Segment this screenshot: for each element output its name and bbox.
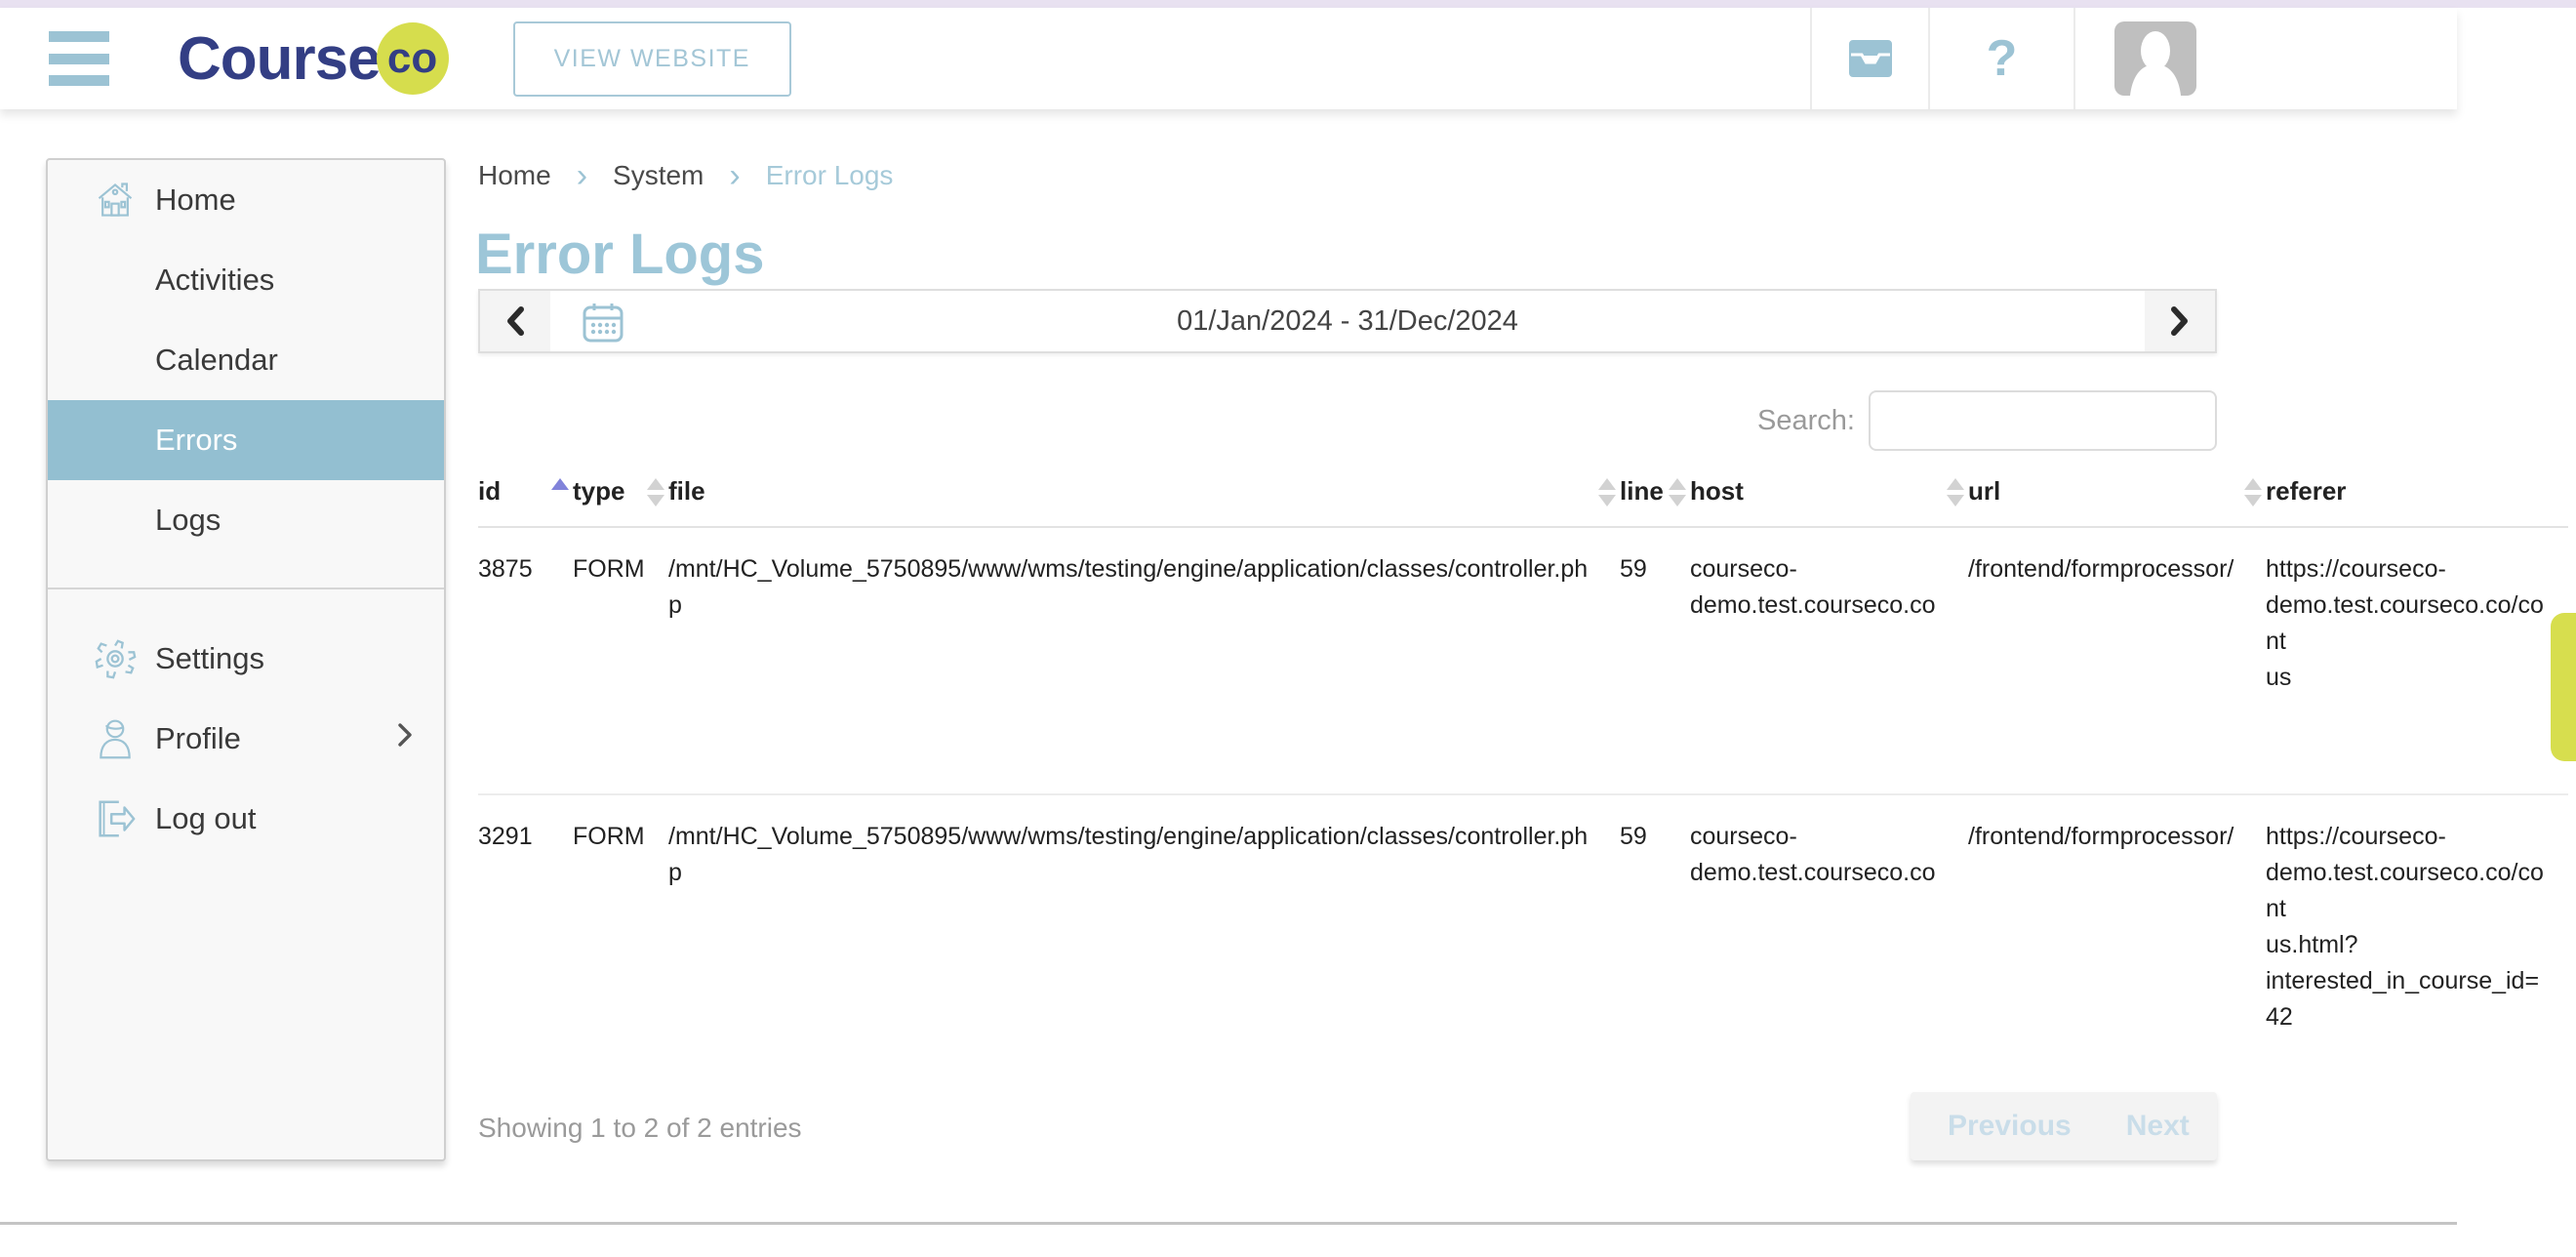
sidebar-item-label: Log out: [155, 801, 256, 836]
date-next-button[interactable]: [2145, 289, 2217, 353]
breadcrumb-separator-icon: ›: [577, 162, 587, 189]
pagination: Previous Next: [1911, 1092, 2217, 1160]
date-prev-button[interactable]: [478, 289, 550, 353]
person-silhouette-icon: [2114, 21, 2196, 96]
column-header-id[interactable]: id: [478, 476, 573, 527]
home-icon: [93, 178, 138, 223]
sidebar-item-label: Calendar: [155, 343, 278, 378]
table-row: 3291 FORM /mnt/HC_Volume_5750895/www/wms…: [478, 794, 2568, 1087]
sidebar-item-label: Errors: [155, 423, 237, 458]
column-header-url[interactable]: url: [1968, 476, 2266, 527]
logo[interactable]: Course co: [178, 22, 449, 95]
previous-button[interactable]: Previous: [1948, 1110, 2072, 1143]
column-header-type[interactable]: type: [573, 476, 668, 527]
search-input[interactable]: [1869, 390, 2217, 451]
sidebar-item-settings[interactable]: Settings: [48, 619, 444, 699]
help-button[interactable]: ?: [1928, 8, 2073, 109]
cell-line: 59: [1620, 794, 1690, 1087]
sidebar-item-profile[interactable]: Profile: [48, 699, 444, 779]
user-menu[interactable]: [2073, 8, 2457, 109]
breadcrumb-current: Error Logs: [766, 160, 894, 191]
column-header-file[interactable]: file: [668, 476, 1620, 527]
breadcrumb-home[interactable]: Home: [478, 160, 551, 191]
cell-url: /frontend/formprocessor/: [1968, 527, 2266, 794]
cell-referer: https://courseco- demo.test.courseco.co/…: [2266, 794, 2568, 1087]
table-row: 3875 FORM /mnt/HC_Volume_5750895/www/wms…: [478, 527, 2568, 794]
hamburger-menu-icon[interactable]: [49, 31, 109, 86]
cell-type: FORM: [573, 527, 668, 794]
column-header-referer[interactable]: referer: [2266, 476, 2568, 527]
table-info: Showing 1 to 2 of 2 entries: [478, 1113, 802, 1144]
sidebar: Home Activities Calendar Errors Logs: [46, 158, 446, 1161]
sidebar-item-errors[interactable]: Errors: [48, 400, 444, 480]
sidebar-item-label: Settings: [155, 641, 264, 676]
sidebar-divider: [48, 588, 444, 589]
feedback-side-tab[interactable]: [2551, 613, 2576, 761]
bottom-divider: [0, 1222, 2457, 1225]
sort-asc-icon: [551, 478, 569, 490]
logo-badge: co: [377, 22, 449, 95]
sort-icon: [1947, 478, 1964, 507]
column-header-line[interactable]: line: [1620, 476, 1690, 527]
gear-icon: [93, 636, 138, 681]
chevron-right-icon: [395, 719, 415, 758]
header-actions: ?: [1810, 8, 2457, 109]
sidebar-item-activities[interactable]: Activities: [48, 240, 444, 320]
app-header: Course co VIEW WEBSITE ?: [0, 8, 2457, 109]
sidebar-item-home[interactable]: Home: [48, 160, 444, 240]
cell-line: 59: [1620, 527, 1690, 794]
breadcrumb-system[interactable]: System: [613, 160, 704, 191]
sidebar-item-label: Home: [155, 182, 236, 218]
cell-host: courseco- demo.test.courseco.co: [1690, 527, 1968, 794]
sidebar-item-logs[interactable]: Logs: [48, 480, 444, 560]
inbox-icon: [1847, 38, 1894, 79]
avatar: [2114, 21, 2196, 96]
cell-type: FORM: [573, 794, 668, 1087]
sidebar-item-calendar[interactable]: Calendar: [48, 320, 444, 400]
date-range-value: 01/Jan/2024 - 31/Dec/2024: [1177, 305, 1518, 338]
cell-host: courseco- demo.test.courseco.co: [1690, 794, 1968, 1087]
chevron-left-icon: [504, 304, 526, 338]
cell-url: /frontend/formprocessor/: [1968, 794, 2266, 1087]
chevron-right-icon: [2169, 304, 2191, 338]
column-header-host[interactable]: host: [1690, 476, 1968, 527]
cell-file: /mnt/HC_Volume_5750895/www/wms/testing/e…: [668, 794, 1620, 1087]
cell-id: 3875: [478, 527, 573, 794]
error-logs-table: id type file line host: [478, 476, 2568, 1087]
sidebar-item-label: Activities: [155, 263, 274, 298]
top-accent-strip: [0, 0, 2576, 8]
date-range-input[interactable]: 01/Jan/2024 - 31/Dec/2024: [550, 289, 2145, 353]
cell-file: /mnt/HC_Volume_5750895/www/wms/testing/e…: [668, 527, 1620, 794]
breadcrumb: Home › System › Error Logs: [478, 160, 893, 191]
sort-icon: [2244, 478, 2262, 507]
cell-referer: https://courseco- demo.test.courseco.co/…: [2266, 527, 2568, 794]
table-header-row: id type file line host: [478, 476, 2568, 527]
sort-icon: [647, 478, 664, 507]
sidebar-item-logout[interactable]: Log out: [48, 779, 444, 859]
inbox-button[interactable]: [1810, 8, 1928, 109]
sidebar-item-label: Profile: [155, 721, 241, 756]
person-icon: [93, 716, 138, 761]
logout-icon: [93, 796, 138, 841]
view-website-button[interactable]: VIEW WEBSITE: [513, 21, 791, 97]
search-label: Search:: [1757, 405, 1855, 437]
search-row: Search:: [478, 390, 2217, 451]
calendar-icon: [580, 300, 626, 354]
sort-icon: [1669, 478, 1686, 507]
page-title: Error Logs: [475, 222, 765, 287]
next-button[interactable]: Next: [2126, 1110, 2190, 1143]
logo-text: Course: [178, 24, 381, 94]
sidebar-item-label: Logs: [155, 503, 221, 538]
cell-id: 3291: [478, 794, 573, 1087]
breadcrumb-separator-icon: ›: [729, 162, 740, 189]
sort-icon: [1598, 478, 1616, 507]
question-mark-icon: ?: [1987, 29, 2018, 88]
date-range-bar: 01/Jan/2024 - 31/Dec/2024: [478, 289, 2217, 353]
page: Course co VIEW WEBSITE ?: [0, 0, 2576, 1257]
